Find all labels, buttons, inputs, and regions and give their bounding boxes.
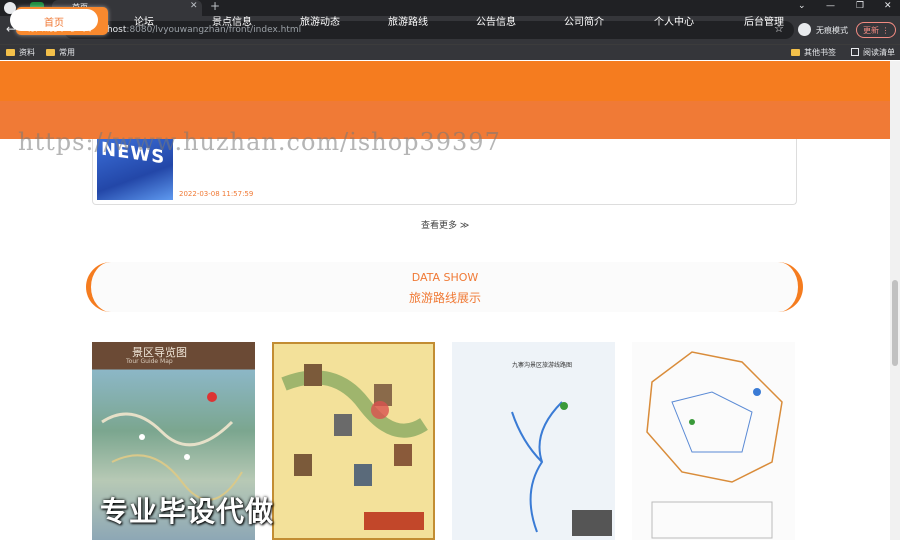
nav-item-home[interactable]: 首页 — [44, 14, 64, 29]
scrollbar-thumb[interactable] — [892, 280, 898, 366]
nav-item-routes[interactable]: 旅游路线 — [388, 13, 428, 28]
section-title-cn: 旅游路线展示 — [408, 291, 482, 305]
folder-icon — [791, 49, 800, 56]
incognito-label: 无痕模式 — [816, 26, 848, 35]
nav-item-news[interactable]: 旅游动态 — [300, 13, 340, 28]
reading-list[interactable]: 阅读清单 — [851, 47, 895, 58]
view-more-link[interactable]: 查看更多 ≫ — [421, 218, 469, 231]
folder-icon — [6, 49, 15, 56]
tab-close-icon[interactable]: ✕ — [190, 1, 198, 11]
map-illustration — [646, 351, 783, 539]
minimize-icon[interactable]: — — [826, 1, 835, 11]
route-card[interactable] — [272, 342, 435, 540]
nav-item-attractions[interactable]: 景点信息 — [212, 13, 252, 28]
map-illustration — [511, 401, 612, 536]
nav-item-notices[interactable]: 公告信息 — [476, 13, 516, 28]
route-card[interactable]: 九寨沟景区旅游线路图 — [452, 342, 615, 540]
restore-icon[interactable]: ❐ — [856, 1, 864, 11]
incognito-icon — [798, 23, 811, 36]
other-bookmarks[interactable]: 其他书签 — [791, 47, 836, 58]
close-window-icon[interactable]: ✕ — [884, 1, 892, 11]
nav-item-profile[interactable]: 个人中心 — [654, 13, 694, 28]
url-text[interactable]: localhost:8080/lvyouwangzhan/front/index… — [86, 25, 301, 35]
site-header — [0, 61, 890, 101]
bookmark-folder-2[interactable]: 常用 — [46, 47, 75, 58]
nav-item-forum[interactable]: 论坛 — [134, 13, 154, 28]
nav-item-company[interactable]: 公司简介 — [564, 13, 604, 28]
brand-overlay-text: 专业毕设代做 — [100, 495, 275, 528]
tab-search-icon[interactable]: ⌄ — [798, 1, 806, 11]
bookmarks-bar: 资料 常用 其他书签 阅读清单 — [0, 44, 900, 60]
watermark-text: https://www.huzhan.com/ishop39397 — [18, 128, 501, 156]
update-button[interactable]: 更新 ⋮ — [856, 22, 896, 38]
new-tab-icon[interactable]: + — [210, 0, 220, 13]
bookmark-folder-1[interactable]: 资料 — [6, 47, 35, 58]
folder-icon — [46, 49, 55, 56]
section-title-en: DATA SHOW — [411, 271, 479, 284]
route-card[interactable] — [632, 342, 795, 540]
map-illustration — [281, 364, 428, 530]
reading-list-icon — [851, 48, 859, 56]
nav-item-admin[interactable]: 后台管理 — [744, 13, 784, 28]
news-date: 2022-03-08 11:57:59 — [179, 190, 254, 198]
